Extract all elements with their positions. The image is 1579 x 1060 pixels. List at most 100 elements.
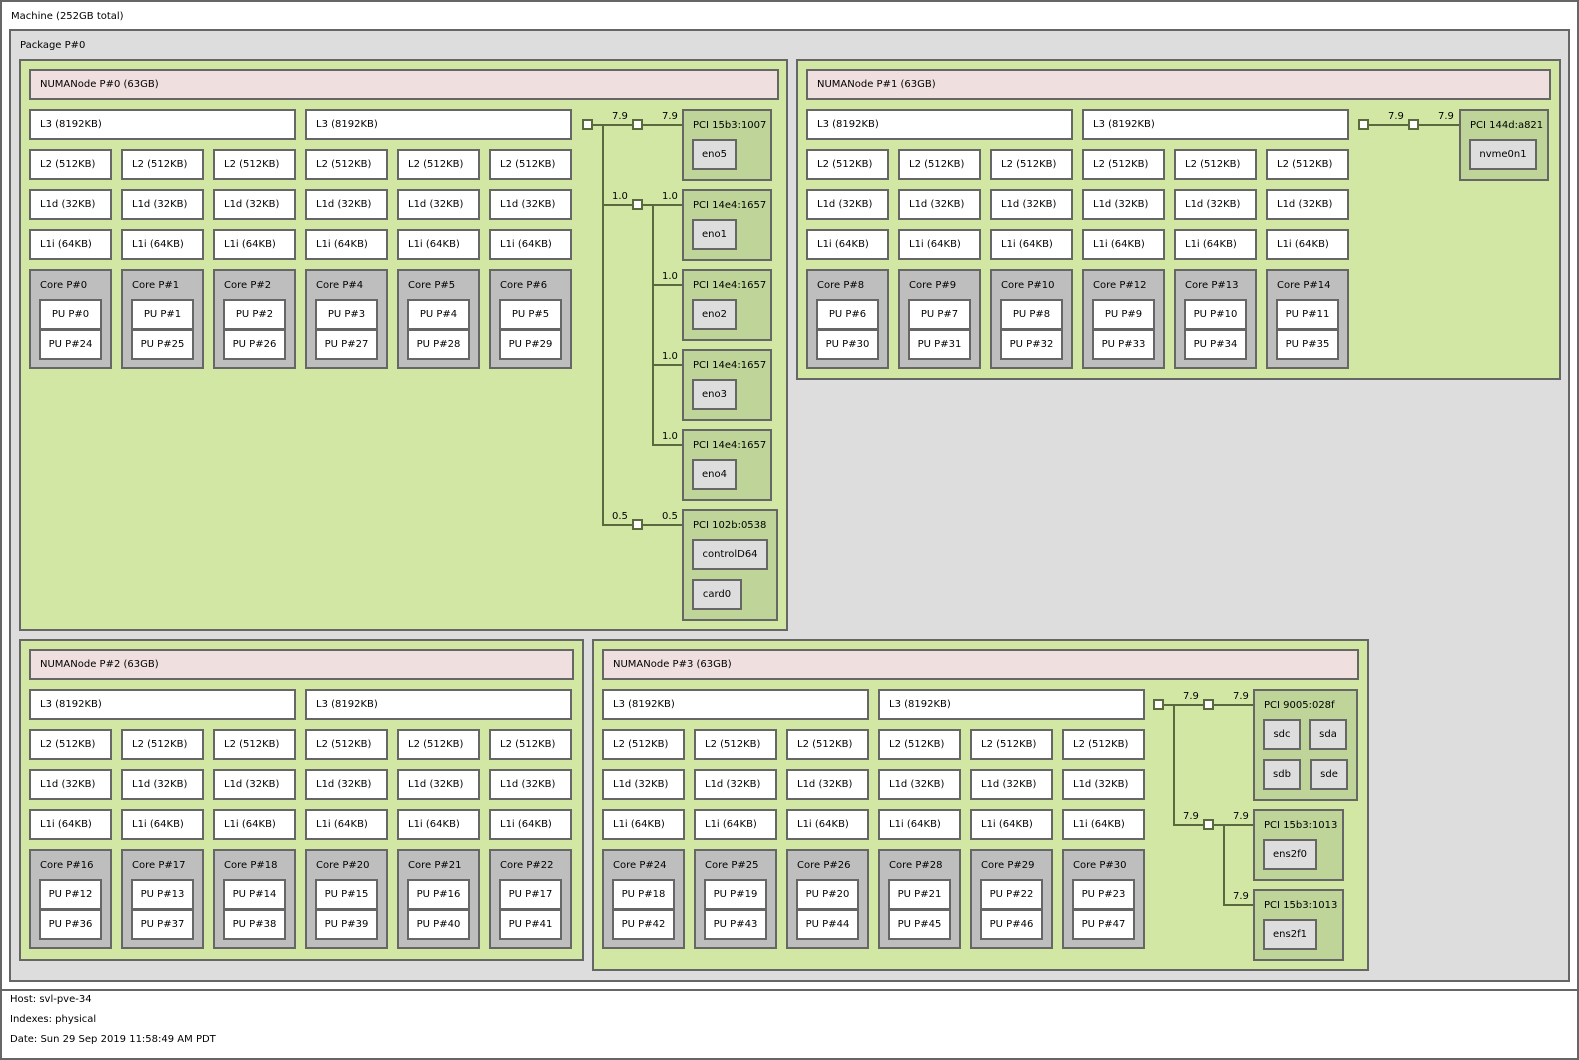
l2-cache-label: L2 (512KB) xyxy=(1001,159,1057,170)
pci-link-line xyxy=(1173,824,1255,826)
l1i-cache-label: L1i (64KB) xyxy=(224,819,276,830)
pci-link-line xyxy=(602,124,604,524)
l1i-cache-label: L1i (64KB) xyxy=(500,239,552,250)
link-bandwidth: 0.5 xyxy=(662,511,678,522)
l1d-cache: L1d (32KB) xyxy=(489,769,572,800)
l2-cache: L2 (512KB) xyxy=(213,729,296,760)
l1i-cache: L1i (64KB) xyxy=(305,809,388,840)
processing-unit: PU P#43 xyxy=(704,909,767,940)
l1d-cache-label: L1d (32KB) xyxy=(316,199,372,210)
processing-unit: PU P#14 xyxy=(223,879,286,910)
l3-cache: L3 (8192KB) xyxy=(305,109,572,140)
processing-unit: PU P#25 xyxy=(131,329,194,360)
core-label: Core P#20 xyxy=(316,860,370,871)
l2-cache: L2 (512KB) xyxy=(806,149,889,180)
os-device: nvme0n1 xyxy=(1469,139,1537,170)
core-label: Core P#2 xyxy=(224,280,272,291)
l2-cache-label: L2 (512KB) xyxy=(40,739,96,750)
processing-unit: PU P#16 xyxy=(407,879,470,910)
l1i-cache-label: L1i (64KB) xyxy=(797,819,849,830)
l1d-cache: L1d (32KB) xyxy=(1082,189,1165,220)
l2-cache-label: L2 (512KB) xyxy=(132,739,188,750)
l2-cache: L2 (512KB) xyxy=(305,149,388,180)
l1i-cache: L1i (64KB) xyxy=(29,229,112,260)
l2-cache: L2 (512KB) xyxy=(970,729,1053,760)
processing-unit: PU P#31 xyxy=(908,329,971,360)
processing-unit: PU P#28 xyxy=(407,329,470,360)
l3-cache: L3 (8192KB) xyxy=(1082,109,1349,140)
l1d-cache-label: L1d (32KB) xyxy=(132,199,188,210)
numa-node-header: NUMANode P#0 (63GB) xyxy=(29,69,779,100)
l1i-cache-label: L1i (64KB) xyxy=(40,239,92,250)
l1i-cache-label: L1i (64KB) xyxy=(316,239,368,250)
l1d-cache-label: L1d (32KB) xyxy=(889,779,945,790)
l2-cache-label: L2 (512KB) xyxy=(1277,159,1333,170)
l1i-cache: L1i (64KB) xyxy=(305,229,388,260)
pci-link-line xyxy=(652,364,682,366)
l2-cache: L2 (512KB) xyxy=(489,149,572,180)
l2-cache: L2 (512KB) xyxy=(213,149,296,180)
l1d-cache-label: L1d (32KB) xyxy=(981,779,1037,790)
pci-link-line xyxy=(652,204,654,446)
numa-node-header: NUMANode P#1 (63GB) xyxy=(806,69,1551,100)
core-label: Core P#30 xyxy=(1073,860,1127,871)
l1d-cache: L1d (32KB) xyxy=(1062,769,1145,800)
l3-cache: L3 (8192KB) xyxy=(29,689,296,720)
os-device: sde xyxy=(1310,759,1348,790)
l1d-cache: L1d (32KB) xyxy=(29,769,112,800)
l1i-cache-label: L1i (64KB) xyxy=(1277,239,1329,250)
l1d-cache-label: L1d (32KB) xyxy=(797,779,853,790)
l3-cache-label: L3 (8192KB) xyxy=(817,119,879,130)
os-device: sda xyxy=(1309,719,1347,750)
link-bandwidth: 7.9 xyxy=(612,111,628,122)
processing-unit: PU P#1 xyxy=(131,299,194,330)
processing-unit: PU P#42 xyxy=(612,909,675,940)
l1d-cache-label: L1d (32KB) xyxy=(1073,779,1129,790)
l1d-cache-label: L1d (32KB) xyxy=(705,779,761,790)
l1i-cache-label: L1i (64KB) xyxy=(40,819,92,830)
pci-bridge-icon xyxy=(632,119,643,130)
machine-label: Machine (252GB total) xyxy=(11,11,124,22)
l1i-cache: L1i (64KB) xyxy=(213,809,296,840)
l2-cache: L2 (512KB) xyxy=(121,729,204,760)
l2-cache: L2 (512KB) xyxy=(602,729,685,760)
l1i-cache: L1i (64KB) xyxy=(397,809,480,840)
os-device: ens2f1 xyxy=(1263,919,1317,950)
l1d-cache-label: L1d (32KB) xyxy=(1093,199,1149,210)
l1i-cache-label: L1i (64KB) xyxy=(316,819,368,830)
l1i-cache-label: L1i (64KB) xyxy=(132,239,184,250)
link-bandwidth: 7.9 xyxy=(1233,811,1249,822)
l1i-cache-label: L1i (64KB) xyxy=(889,819,941,830)
l1i-cache: L1i (64KB) xyxy=(121,229,204,260)
pci-device-label: PCI 14e4:1657 xyxy=(693,280,767,291)
processing-unit: PU P#24 xyxy=(39,329,102,360)
l2-cache: L2 (512KB) xyxy=(489,729,572,760)
os-device: card0 xyxy=(692,579,742,610)
core-label: Core P#25 xyxy=(705,860,759,871)
l2-cache: L2 (512KB) xyxy=(121,149,204,180)
l1d-cache: L1d (32KB) xyxy=(397,189,480,220)
l1d-cache: L1d (32KB) xyxy=(806,189,889,220)
l1d-cache-label: L1d (32KB) xyxy=(224,779,280,790)
l1i-cache-label: L1i (64KB) xyxy=(1001,239,1053,250)
processing-unit: PU P#30 xyxy=(816,329,879,360)
l1i-cache: L1i (64KB) xyxy=(121,809,204,840)
l1i-cache: L1i (64KB) xyxy=(694,809,777,840)
processing-unit: PU P#20 xyxy=(796,879,859,910)
l1i-cache: L1i (64KB) xyxy=(1082,229,1165,260)
footer-border xyxy=(0,989,1579,1060)
core-label: Core P#26 xyxy=(797,860,851,871)
l1i-cache: L1i (64KB) xyxy=(602,809,685,840)
link-bandwidth: 7.9 xyxy=(1183,691,1199,702)
l2-cache-label: L2 (512KB) xyxy=(981,739,1037,750)
l1d-cache-label: L1d (32KB) xyxy=(909,199,965,210)
os-device: eno4 xyxy=(692,459,737,490)
pci-link-line xyxy=(1173,704,1175,826)
pci-device-label: PCI 15b3:1013 xyxy=(1264,820,1338,831)
l2-cache: L2 (512KB) xyxy=(397,729,480,760)
l1i-cache: L1i (64KB) xyxy=(878,809,961,840)
pci-bridge-icon xyxy=(632,519,643,530)
l1d-cache-label: L1d (32KB) xyxy=(40,779,96,790)
link-bandwidth: 7.9 xyxy=(1388,111,1404,122)
l1d-cache: L1d (32KB) xyxy=(305,769,388,800)
